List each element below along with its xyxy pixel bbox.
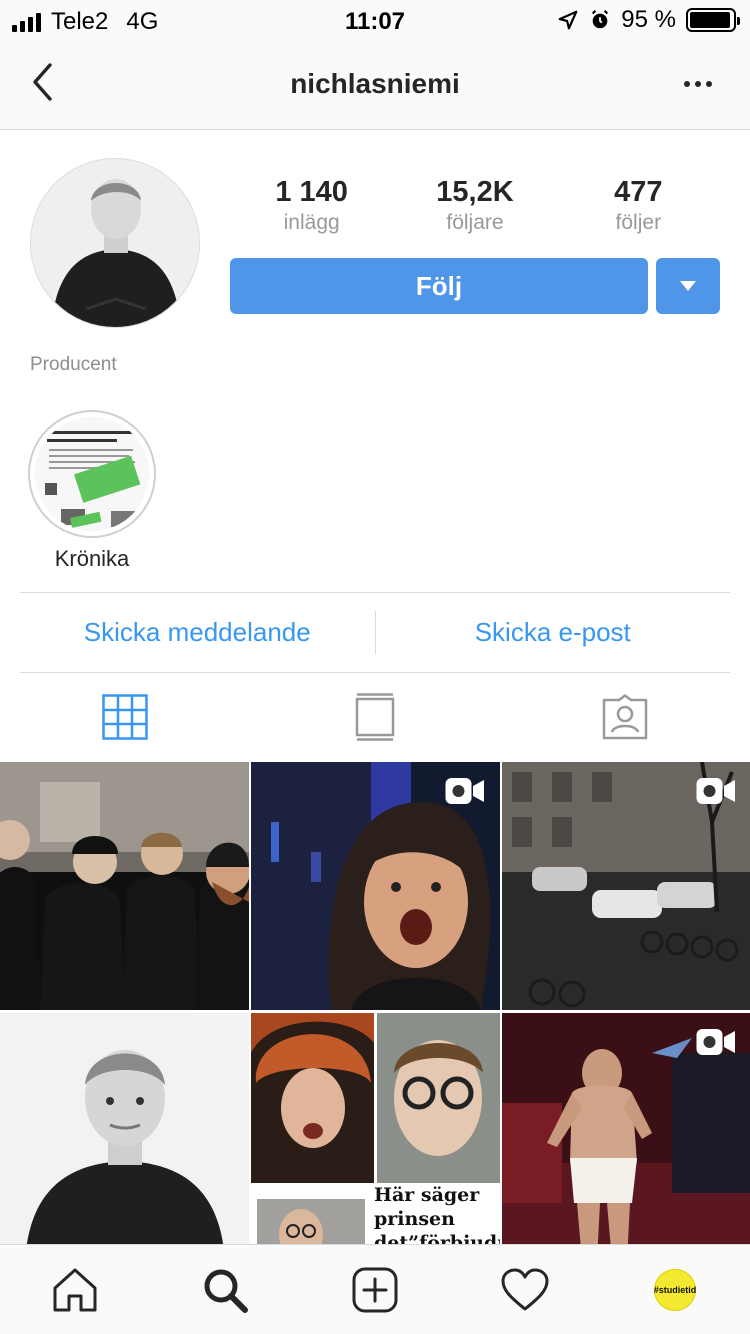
caret-down-icon [680, 281, 696, 291]
tab-feed[interactable] [335, 687, 415, 747]
grid-post[interactable] [502, 1013, 750, 1244]
followers-label: följare [446, 211, 504, 234]
page-title: nichlasniemi [290, 68, 460, 99]
grid-icon [102, 694, 148, 740]
home-icon [53, 1268, 97, 1311]
activity-heart-icon [501, 1268, 549, 1310]
battery-icon [686, 8, 740, 32]
alarm-icon [592, 10, 609, 29]
post-thumbnail [0, 1013, 249, 1244]
send-message-button[interactable]: Skicka meddelande [20, 593, 375, 672]
tab-grid[interactable] [85, 687, 165, 747]
stat-posts[interactable]: 1 140 inlägg [232, 176, 392, 235]
new-post-icon [352, 1267, 398, 1312]
posts-count: 1 140 [275, 176, 348, 208]
send-email-button[interactable]: Skicka e-post [376, 593, 731, 672]
highlight-cover [35, 417, 149, 531]
followers-count: 15,2K [436, 176, 514, 208]
stat-followers[interactable]: 15,2K följare [395, 176, 555, 235]
tab-profile[interactable]: #studietid [640, 1255, 710, 1325]
search-icon [204, 1269, 248, 1313]
feed-icon [355, 693, 395, 741]
profile-bio: Producent [30, 354, 117, 375]
grid-post[interactable]: Här säger prinsen det”förbjudna” [251, 1013, 500, 1244]
tab-tagged[interactable] [585, 687, 665, 747]
grid-post[interactable] [251, 762, 500, 1010]
contact-actions: Skicka meddelande Skicka e-post [20, 592, 730, 673]
follow-button[interactable]: Följ [230, 258, 648, 314]
following-count: 477 [614, 176, 663, 208]
video-icon [445, 778, 484, 804]
posts-label: inlägg [283, 211, 340, 234]
profile-avatar-small: #studietid [654, 1268, 696, 1311]
tab-home[interactable] [40, 1255, 110, 1325]
battery-percent: 95 % [621, 6, 676, 33]
tab-search[interactable] [190, 1255, 260, 1325]
profile-stats: 1 140 inlägg 15,2K följare 477 följer [230, 176, 720, 235]
location-arrow-icon [558, 10, 578, 30]
suggested-dropdown-button[interactable] [656, 258, 720, 314]
more-dots-icon [684, 81, 690, 87]
status-bar: Tele2 4G 11:07 95 % [0, 0, 750, 42]
stat-following[interactable]: 477 följer [558, 176, 718, 235]
grid-post[interactable] [502, 762, 750, 1010]
tab-new-post[interactable] [340, 1255, 410, 1325]
tagged-icon [602, 694, 648, 740]
following-label: följer [615, 211, 662, 234]
more-options-button[interactable] [678, 70, 718, 98]
navigation-bar: nichlasniemi [0, 42, 750, 130]
grid-post[interactable] [0, 762, 249, 1010]
avatar-photo [31, 159, 199, 327]
profile-tabs [0, 674, 750, 760]
more-dot [706, 81, 712, 87]
more-dot [695, 81, 701, 87]
posts-grid: Här säger prinsen det”förbjudna” [0, 762, 750, 1244]
video-icon [696, 1029, 735, 1055]
highlight-label: Krönika [54, 546, 130, 571]
post-caption: Här säger prinsen det”förbjudna” [374, 1184, 500, 1244]
video-icon [696, 778, 735, 804]
story-highlight[interactable] [28, 410, 156, 538]
bottom-tab-bar: #studietid [0, 1244, 750, 1334]
tab-activity[interactable] [490, 1255, 560, 1325]
post-thumbnail [0, 762, 249, 1010]
profile-avatar[interactable] [30, 158, 200, 328]
grid-post[interactable] [0, 1013, 249, 1244]
